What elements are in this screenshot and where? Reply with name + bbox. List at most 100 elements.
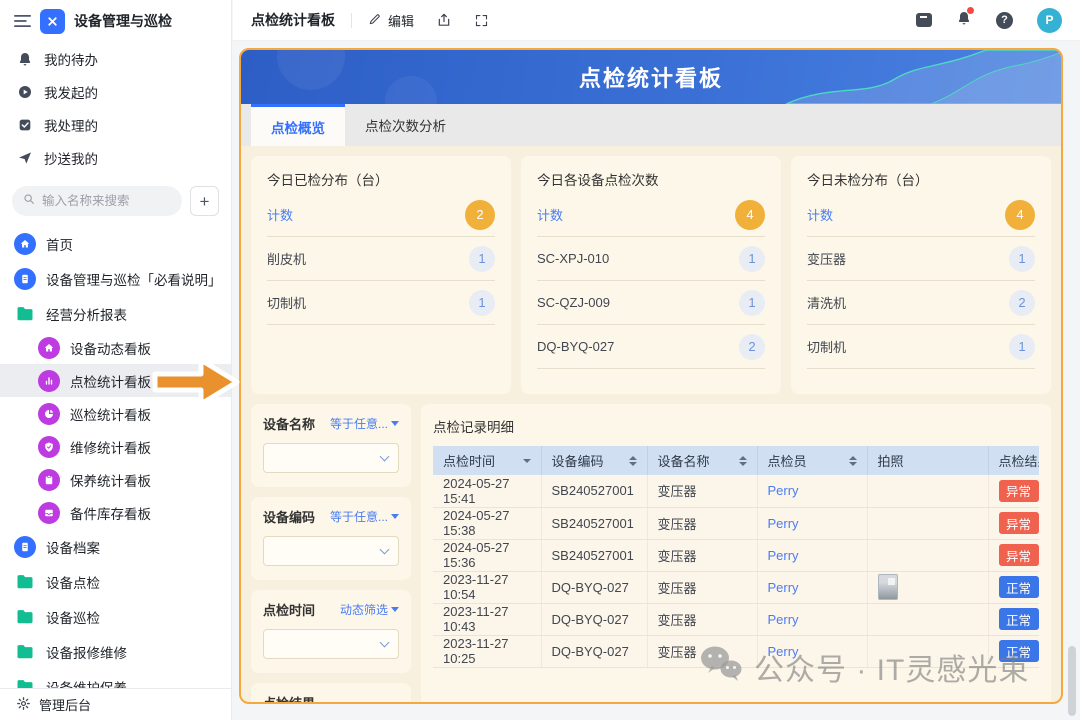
app-title: 设备管理与巡检 (74, 11, 172, 31)
filter-operator[interactable]: 等于任意... (330, 508, 399, 525)
caret-down-icon (391, 514, 399, 519)
column-header-inspector[interactable]: 点检员 (757, 446, 867, 475)
sidebar-item-label: 保养统计看板 (70, 470, 151, 490)
cell-photo (867, 571, 988, 603)
cell-inspector[interactable]: Perry (757, 635, 867, 667)
user-avatar[interactable]: P (1037, 8, 1062, 33)
sidebar-item-my-todo[interactable]: 我的待办 (0, 42, 231, 75)
cell-inspector[interactable]: Perry (757, 603, 867, 635)
cell-time: 2024-05-27 15:36 (433, 539, 541, 571)
sidebar-item-initiated-by-me[interactable]: 我发起的 (0, 75, 231, 108)
stat-row-label: SC-QZJ-009 (537, 295, 610, 310)
admin-backend-link[interactable]: 管理后台 (0, 688, 231, 720)
sidebar-search-row: + (0, 174, 231, 226)
cell-code: SB240527001 (541, 507, 647, 539)
device-name-select[interactable] (263, 443, 399, 473)
tab-overview[interactable]: 点检概览 (251, 104, 345, 146)
cell-result: 正常 (988, 571, 1039, 603)
sidebar-folder-device-inspection[interactable]: 设备点检 (0, 564, 231, 599)
table-row[interactable]: 2023-11-27 10:43 DQ-BYQ-027 变压器 Perry 正常 (433, 603, 1039, 635)
cell-name: 变压器 (647, 507, 757, 539)
dashboard-banner: 点检统计看板 (241, 50, 1061, 104)
shield-check-icon (38, 436, 60, 458)
cell-name: 变压器 (647, 475, 757, 507)
sidebar-item-home[interactable]: 首页 (0, 226, 231, 261)
sidebar-item-handled-by-me[interactable]: 我处理的 (0, 108, 231, 141)
device-code-select[interactable] (263, 536, 399, 566)
cell-inspector[interactable]: Perry (757, 539, 867, 571)
table-row[interactable]: 2023-11-27 10:54 DQ-BYQ-027 变压器 Perry 正常 (433, 571, 1039, 603)
stat-row: 切制机 1 (267, 281, 495, 325)
column-header-code[interactable]: 设备编码 (541, 446, 647, 475)
search-box[interactable] (12, 186, 182, 216)
metric-label[interactable]: 计数 (807, 205, 833, 224)
notifications-icon[interactable] (956, 10, 972, 31)
help-docs-icon[interactable] (916, 13, 932, 27)
sidebar-item-guide[interactable]: 设备管理与巡检「必看说明」 (0, 261, 231, 296)
column-header-result[interactable]: 点检结果 (988, 446, 1039, 475)
cell-inspector[interactable]: Perry (757, 507, 867, 539)
stat-row: SC-QZJ-009 1 (537, 281, 765, 325)
search-icon (22, 192, 36, 211)
sidebar-item-repair-stats-board[interactable]: 维修统计看板 (0, 430, 231, 463)
scrollbar-thumb[interactable] (1068, 646, 1076, 716)
metric-badge: 2 (465, 200, 495, 230)
column-header-time[interactable]: 点检时间 (433, 446, 541, 475)
cell-code: SB240527001 (541, 539, 647, 571)
stat-row-label: 切制机 (807, 337, 846, 356)
sort-desc-icon[interactable] (523, 459, 531, 463)
filter-operator[interactable]: 等于任意... (330, 415, 399, 432)
stat-row-badge: 1 (739, 246, 765, 272)
sidebar-item-cc-to-me[interactable]: 抄送我的 (0, 141, 231, 174)
folder-icon (14, 574, 36, 589)
cell-photo (867, 539, 988, 571)
table-row[interactable]: 2024-05-27 15:36 SB240527001 变压器 Perry 异… (433, 539, 1039, 571)
table-row[interactable]: 2023-11-27 10:25 DQ-BYQ-027 变压器 Perry 正常 (433, 635, 1039, 667)
cell-result: 异常 (988, 475, 1039, 507)
metric-label[interactable]: 计数 (537, 205, 563, 224)
edit-button[interactable]: 编辑 (368, 11, 414, 30)
add-app-button[interactable]: + (190, 186, 219, 216)
sidebar-item-spare-parts-board[interactable]: 备件库存看板 (0, 496, 231, 529)
sort-icon[interactable] (629, 456, 637, 466)
sort-icon[interactable] (849, 456, 857, 466)
sidebar-item-patrol-stats-board[interactable]: 巡检统计看板 (0, 397, 231, 430)
home-icon (14, 233, 36, 255)
home-icon (38, 337, 60, 359)
cell-inspector[interactable]: Perry (757, 475, 867, 507)
metric-label[interactable]: 计数 (267, 205, 293, 224)
table-row[interactable]: 2024-05-27 15:38 SB240527001 变压器 Perry 异… (433, 507, 1039, 539)
stat-row-badge: 2 (739, 334, 765, 360)
cell-photo (867, 507, 988, 539)
caret-down-icon (391, 421, 399, 426)
share-icon[interactable] (436, 12, 452, 28)
cell-inspector[interactable]: Perry (757, 571, 867, 603)
play-circle-icon (16, 84, 33, 100)
sidebar-item-inspection-stats-board[interactable]: 点检统计看板 (0, 364, 231, 397)
result-badge: 正常 (999, 640, 1039, 662)
column-header-name[interactable]: 设备名称 (647, 446, 757, 475)
sidebar-item-maintenance-stats-board[interactable]: 保养统计看板 (0, 463, 231, 496)
sidebar-folder-analysis-reports[interactable]: 经营分析报表 (0, 296, 231, 331)
collapse-sidebar-icon[interactable] (14, 14, 31, 28)
filter-operator[interactable]: 动态筛选 (340, 601, 399, 618)
folder-icon (14, 306, 36, 321)
help-icon[interactable]: ? (996, 12, 1013, 29)
caret-down-icon (391, 607, 399, 612)
sidebar-item-device-archive[interactable]: 设备档案 (0, 529, 231, 564)
table-row[interactable]: 2024-05-27 15:41 SB240527001 变压器 Perry 异… (433, 475, 1039, 507)
photo-thumbnail[interactable] (878, 574, 898, 600)
sidebar-folder-device-repair[interactable]: 设备报修维修 (0, 634, 231, 669)
clipboard-icon (38, 469, 60, 491)
inspection-time-select[interactable] (263, 629, 399, 659)
sort-icon[interactable] (739, 456, 747, 466)
filter-operator-label: 等于任意... (330, 415, 388, 432)
column-header-photo[interactable]: 拍照 (867, 446, 988, 475)
search-input[interactable] (42, 194, 172, 208)
fullscreen-icon[interactable] (474, 13, 489, 28)
sidebar-item-device-dynamic-board[interactable]: 设备动态看板 (0, 331, 231, 364)
tab-frequency-analysis[interactable]: 点检次数分析 (345, 104, 466, 146)
table-scroll-area[interactable]: 点检时间 设备编码 设备名称 点检员 拍照 点检结果 2 (433, 446, 1039, 704)
sidebar-folder-device-patrol[interactable]: 设备巡检 (0, 599, 231, 634)
main-area: 点检统计看板 点检概览 点检次数分析 今日已检分布（台） 计数 2 削皮机 1 (233, 41, 1080, 720)
